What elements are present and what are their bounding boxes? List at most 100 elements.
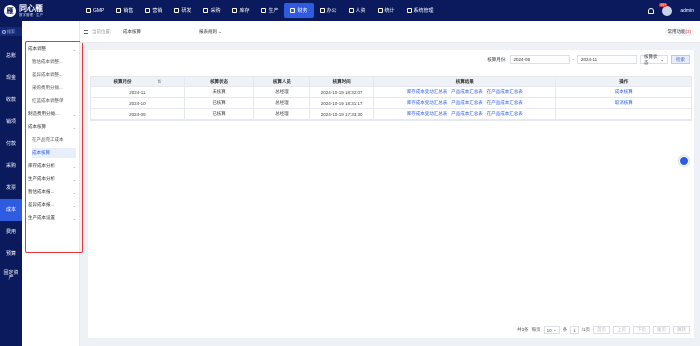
pager-button-3[interactable]: 尾页 (653, 326, 670, 334)
leftnav-item-6[interactable]: 发票 (0, 177, 22, 199)
cell-person: 总经理 (254, 98, 311, 108)
table-header-cell: 核算结果 (374, 77, 557, 86)
tab-label: 报表规则 (199, 29, 217, 34)
topnav-item-10[interactable]: 统计 (372, 3, 401, 18)
topnav-item-3[interactable]: 研发 (168, 3, 197, 18)
leftnav-item-3[interactable]: 销项 (0, 111, 22, 133)
topnav-item-0[interactable]: GMP (80, 3, 110, 18)
topnav-label: 人资 (355, 8, 366, 14)
topnav-label: 生产 (268, 8, 279, 14)
operation-link[interactable]: 成本核算 (615, 89, 633, 95)
leftnav-item-0[interactable]: 总账 (0, 45, 22, 67)
page-title: 成本核算 (123, 29, 141, 34)
pager-button-2[interactable]: 下页 (633, 326, 650, 334)
leftnav-item-1[interactable]: 现金 (0, 67, 22, 89)
cell-time: 2024-10-19 18:32:07 (310, 87, 375, 97)
brand-name: 同心雁 (19, 3, 43, 13)
common-functions-button[interactable]: 常用功能(3) (664, 28, 694, 36)
topnav-item-6[interactable]: 生产 (255, 3, 284, 18)
topnav-item-2[interactable]: 营销 (139, 3, 168, 18)
leftnav-item-4[interactable]: 付款 (0, 133, 22, 155)
cell-month: 2024-10 (91, 98, 185, 108)
per-page-label: 每页 (531, 327, 541, 332)
result-link[interactable]: 库存成本变动汇总表 (407, 89, 448, 95)
tab-report-rules[interactable]: 报表规则 ⌄ (199, 29, 222, 35)
leftnav-item-2[interactable]: 收款 (0, 89, 22, 111)
sort-icon[interactable]: ⇅ (157, 79, 161, 85)
table-header: 核算月份 ⇅ 核算状态 核算人员 核算时间 核算结果 操作 (91, 77, 691, 87)
chevron-down-icon: ⌄ (660, 56, 664, 62)
topnav-item-11[interactable]: 系统管理 (401, 3, 440, 18)
status-select[interactable]: 核算状态 ⌄ (640, 53, 668, 65)
result-link[interactable]: 在产品成本汇总表 (487, 100, 523, 106)
total-count: 共3条 (517, 327, 529, 332)
left-search[interactable]: 搜索 (0, 27, 22, 36)
settings-icon (406, 8, 412, 13)
page-total: /1页 (581, 327, 590, 332)
search-placeholder: 搜索 (7, 28, 15, 34)
result-link[interactable]: 在产品成本汇总表 (487, 89, 523, 95)
search-button[interactable]: 检索 (671, 55, 690, 64)
per-page-value: 10 (546, 327, 552, 333)
result-link[interactable]: 产品成本汇总表 (451, 100, 483, 106)
leftnav-item-8[interactable]: 费用 (0, 221, 22, 243)
topnav-label: 库存 (239, 8, 250, 14)
page-input[interactable]: 1 (570, 326, 579, 334)
result-link[interactable]: 库存成本变动汇总表 (407, 100, 448, 106)
table-header-cell[interactable]: 核算月份 ⇅ (91, 77, 185, 86)
pager-button-0[interactable]: 首页 (593, 326, 610, 334)
go-button[interactable]: 跳转 (673, 326, 690, 334)
page-buttons: 首页 上页 下页 尾页 跳转 (593, 326, 690, 334)
header-label: 操作 (619, 78, 629, 84)
rnd-icon (174, 8, 180, 13)
header-label: 核算人员 (272, 78, 291, 84)
cell-results: 库存成本变动汇总表 产品成本汇总表 在产品成本汇总表 (374, 98, 557, 108)
month-to-input[interactable]: 2024-11 (577, 55, 637, 64)
chat-float-icon[interactable] (679, 156, 689, 166)
month-from-input[interactable]: 2024-09 (509, 55, 570, 64)
leftnav-item-10[interactable]: 固定资产 (0, 265, 22, 287)
topnav-item-8[interactable]: 办公 (314, 3, 343, 18)
result-link[interactable]: 产品成本汇总表 (451, 111, 483, 117)
result-link[interactable]: 在产品成本汇总表 (487, 111, 523, 117)
operation-link[interactable]: 取消核算 (615, 100, 633, 106)
result-link[interactable]: 库存成本变动汇总表 (407, 111, 448, 117)
pagination: 共3条 每页 10 ⌄ 条 1 /1页 首页 上页 下页 尾页 跳转 (517, 326, 690, 334)
logo-icon: 雁 (4, 4, 16, 17)
topnav-label: 财务 (297, 8, 308, 14)
status-select-label: 核算状态 (644, 53, 658, 65)
topnav-item-5[interactable]: 库存 (226, 3, 255, 18)
result-link[interactable]: 产品成本汇总表 (451, 89, 483, 95)
brand-logo[interactable]: 雁 同心雁 数字管理 · 生产 (0, 0, 72, 21)
avatar[interactable]: 99+ (659, 2, 673, 16)
cell-operation: 成本核算 (556, 87, 691, 97)
topnav-item-1[interactable]: 销售 (110, 3, 139, 18)
table-header-cell: 核算状态 (185, 77, 255, 86)
per-page-select[interactable]: 10 ⌄ (543, 326, 560, 334)
topnav-label: GMP (93, 7, 105, 14)
collapse-icon[interactable] (84, 30, 88, 34)
pager-button-1[interactable]: 上页 (613, 326, 630, 334)
func-count: (3) (685, 29, 692, 34)
per-unit: 条 (562, 327, 568, 332)
topnav-label: 研发 (181, 8, 192, 14)
notification-badge: 99+ (659, 2, 668, 7)
table-row: 2024-10 已核算 总经理 2024-10-19 18:31:17 库存成本变动汇总… (91, 98, 691, 109)
topnav-item-4[interactable]: 采购 (197, 3, 226, 18)
tab-bar: 当前位置: 成本核算 报表规则 ⌄ 常用功能(3) (80, 21, 700, 43)
user-name[interactable]: admin (680, 8, 694, 14)
top-nav: GMP 销售 营销 研发 采购 库存 生产 财务 办公 人资 统计 系统管理 (80, 0, 440, 21)
header-label: 核算时间 (332, 78, 351, 84)
leftnav-item-9[interactable]: 预算 (0, 243, 22, 265)
topnav-item-9[interactable]: 人资 (343, 3, 372, 18)
cell-month: 2024-11 (91, 87, 185, 97)
topnav-label: 统计 (384, 8, 395, 14)
leftnav-item-5[interactable]: 采购 (0, 155, 22, 177)
cell-time: 2024-10-19 18:31:17 (310, 98, 375, 108)
table-row: 2024-09 已核算 总经理 2024-10-19 17:33:30 库存成本变动汇总… (91, 109, 691, 120)
topnav-item-7[interactable]: 财务 (284, 3, 314, 18)
leftnav-item-7[interactable]: 成本 (0, 199, 22, 221)
bell-icon[interactable] (648, 7, 655, 14)
cell-status: 已核算 (185, 109, 255, 119)
chevron-down-icon: ⌄ (552, 327, 557, 332)
